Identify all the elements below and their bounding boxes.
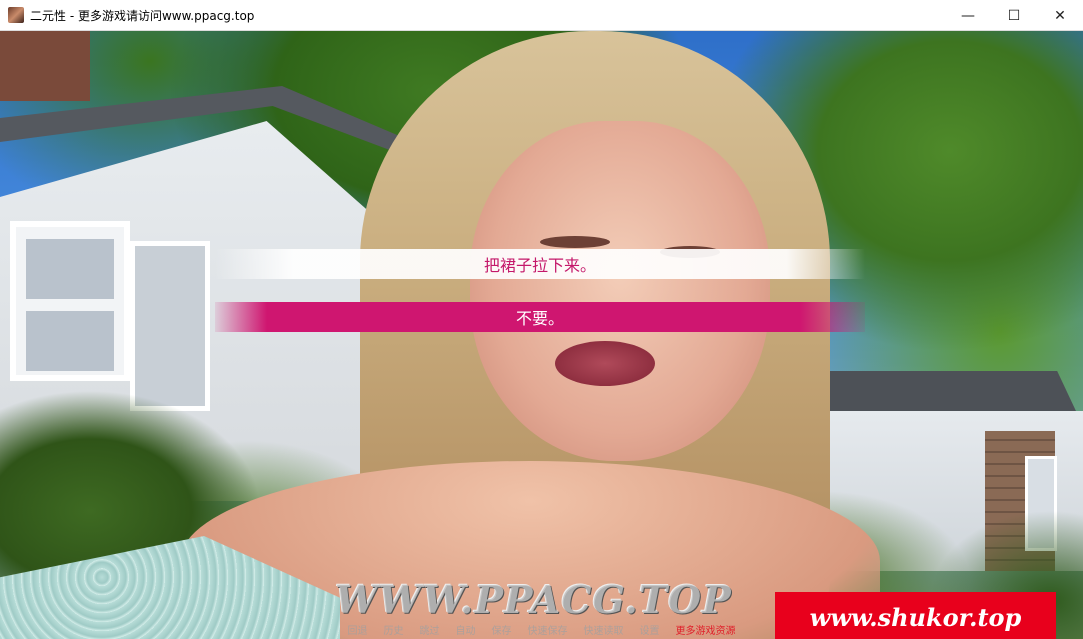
character-lips	[555, 341, 655, 386]
window-controls: — ☐ ✕	[945, 0, 1083, 31]
chimney	[0, 31, 90, 101]
window-title: 二元性 - 更多游戏请访问www.ppacg.top	[30, 8, 255, 23]
app-icon	[8, 7, 24, 23]
character-face	[470, 121, 770, 461]
maximize-button[interactable]: ☐	[991, 0, 1037, 31]
window-pane	[26, 239, 114, 299]
quick-menu-auto[interactable]: 自动	[456, 624, 476, 639]
quick-menu-skip[interactable]: 跳过	[420, 624, 440, 639]
quick-menu-more-games[interactable]: 更多游戏资源	[676, 624, 736, 639]
game-scene[interactable]: 把裙子拉下来。 不要。 WWW.PPACG.TOP www.shukor.top	[0, 31, 1083, 639]
choice-button[interactable]: 把裙子拉下来。	[215, 249, 865, 279]
house-window	[10, 221, 130, 381]
minimize-button[interactable]: —	[945, 0, 991, 31]
quick-menu-back[interactable]: 回退	[348, 624, 368, 639]
close-button[interactable]: ✕	[1037, 0, 1083, 31]
choice-button-hovered[interactable]: 不要。	[215, 302, 865, 332]
quick-menu: 回退 历史 跳过 自动 保存 快速保存 快速读取 设置 更多游戏资源	[0, 624, 1083, 639]
title-bar[interactable]: 二元性 - 更多游戏请访问www.ppacg.top — ☐ ✕	[0, 0, 1083, 31]
character-eye	[540, 236, 610, 248]
watermark-ppacg: WWW.PPACG.TOP	[335, 577, 732, 622]
quick-menu-settings[interactable]: 设置	[640, 624, 660, 639]
window-pane	[26, 311, 114, 371]
quick-menu-save[interactable]: 保存	[492, 624, 512, 639]
quick-menu-history[interactable]: 历史	[384, 624, 404, 639]
quick-menu-quicksave[interactable]: 快速保存	[528, 624, 568, 639]
quick-menu-quickload[interactable]: 快速读取	[584, 624, 624, 639]
